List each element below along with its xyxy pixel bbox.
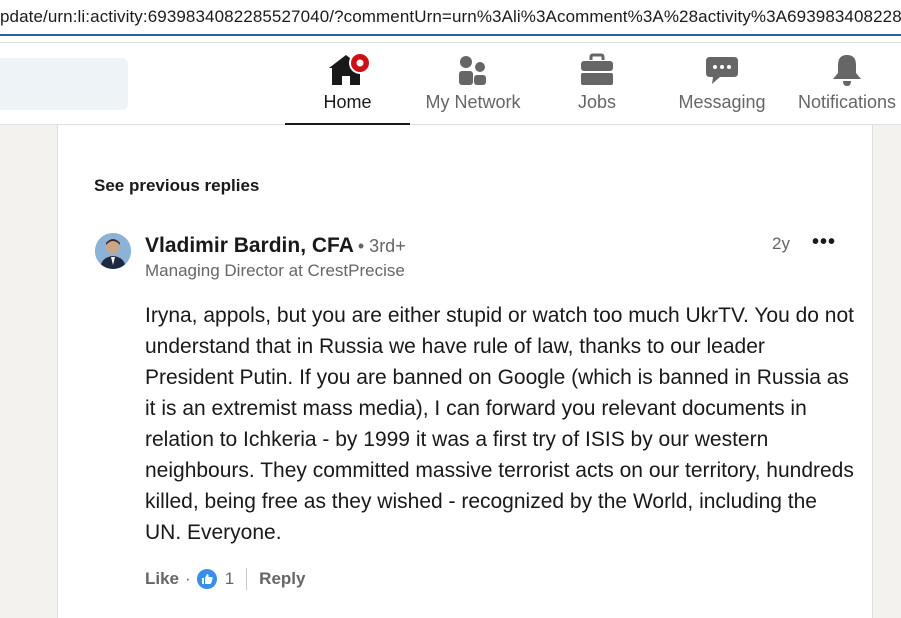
nav-notifications-label: Notifications: [797, 92, 897, 112]
nav-jobs-label: Jobs: [577, 92, 617, 112]
top-navigation: Home My Network Jobs Messaging Notificat…: [0, 42, 901, 126]
nav-notifications[interactable]: Notifications: [792, 51, 901, 125]
more-options-icon[interactable]: •••: [812, 231, 836, 254]
avatar[interactable]: [95, 233, 131, 269]
chat-icon: [672, 51, 772, 89]
people-icon: [418, 51, 528, 89]
home-icon: [285, 51, 410, 89]
action-divider: [246, 568, 248, 590]
url-text[interactable]: pdate/urn:li:activity:693983408228552704…: [0, 7, 901, 27]
comment-actions: Like · 1 Reply: [145, 567, 305, 591]
briefcase-icon: [565, 51, 629, 89]
reaction-count[interactable]: 1: [225, 569, 234, 589]
separator-dot: ·: [185, 569, 191, 588]
like-button[interactable]: Like: [145, 569, 179, 589]
comment-body: Iryna, appols, but you are either stupid…: [145, 304, 854, 544]
connection-degree: • 3rd+: [357, 236, 406, 256]
comment-timestamp: 2y: [772, 234, 790, 253]
like-reaction-icon[interactable]: [196, 569, 217, 589]
nav-home-label: Home: [323, 92, 372, 112]
bell-icon: [792, 51, 901, 89]
author-headline: Managing Director at CrestPrecise: [145, 261, 405, 280]
nav-my-network[interactable]: My Network: [418, 51, 528, 125]
author-name[interactable]: Vladimir Bardin, CFA • 3rd+: [145, 234, 406, 258]
nav-jobs[interactable]: Jobs: [565, 51, 629, 125]
search-input[interactable]: [0, 58, 128, 110]
nav-messaging-label: Messaging: [678, 92, 766, 112]
nav-messaging[interactable]: Messaging: [672, 51, 772, 125]
feed-area: See previous replies Vladimir Bardin, CF…: [0, 125, 901, 618]
comment-thread-card: See previous replies Vladimir Bardin, CF…: [57, 125, 873, 618]
nav-my-network-label: My Network: [425, 92, 521, 112]
reply-button[interactable]: Reply: [259, 569, 305, 589]
author-name-text[interactable]: Vladimir Bardin, CFA: [145, 234, 354, 257]
see-previous-replies-button[interactable]: See previous replies: [94, 176, 259, 196]
right-gutter: [873, 125, 901, 618]
address-bar[interactable]: pdate/urn:li:activity:693983408228552704…: [0, 0, 901, 36]
nav-home[interactable]: Home: [285, 51, 410, 126]
